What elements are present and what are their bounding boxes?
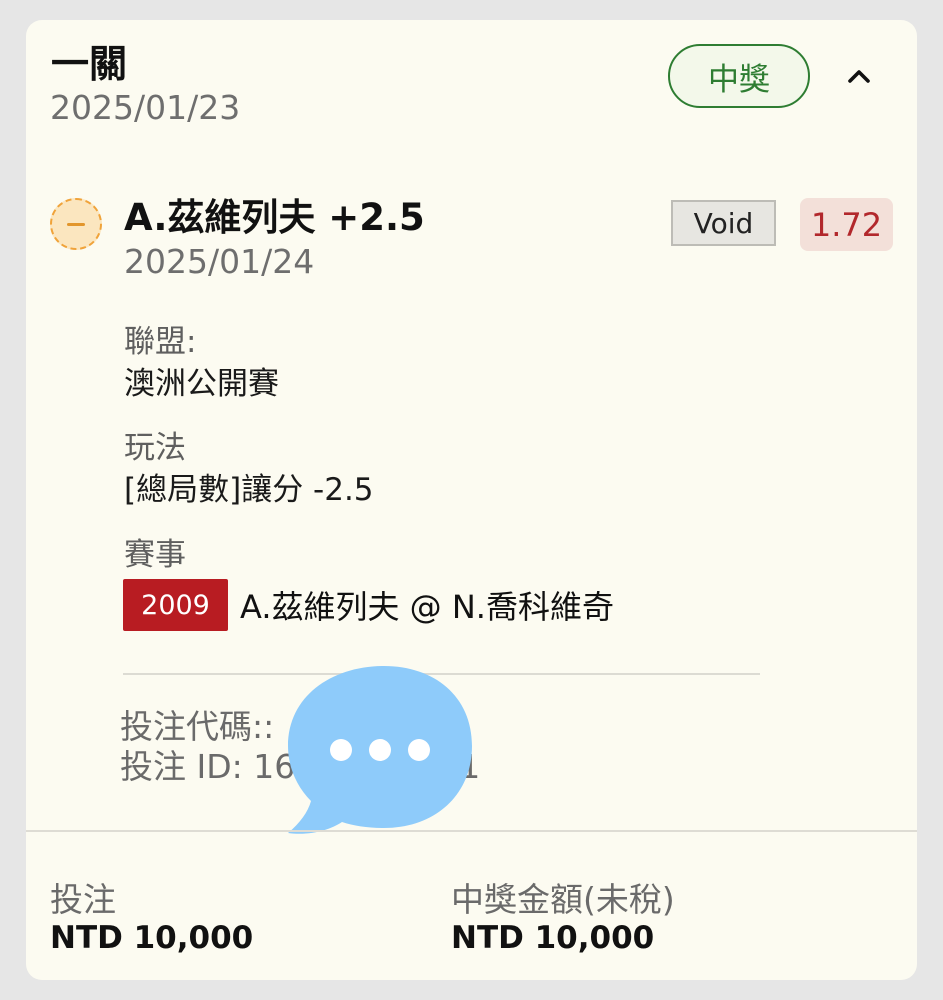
event-row: 2009 A.茲維列夫 @ N.喬科維奇 xyxy=(123,579,614,631)
void-badge: Void xyxy=(671,200,776,246)
footer-divider xyxy=(26,830,917,832)
event-name: A.茲維列夫 @ N.喬科維奇 xyxy=(240,588,614,626)
market-label: 玩法 xyxy=(124,430,186,466)
bet-date: 2025/01/23 xyxy=(50,88,241,127)
bet-id-label: 投注 ID: 16 xyxy=(120,747,296,786)
chevron-up-icon xyxy=(848,70,870,83)
selection-date: 2025/01/24 xyxy=(124,242,315,281)
collapse-button[interactable] xyxy=(841,58,877,94)
stake-label: 投注 xyxy=(50,880,116,919)
bet-code-label: 投注代碼:: xyxy=(120,707,275,746)
bet-card: 一關 2025/01/23 中獎 A.茲維列夫 +2.5 2025/01/24 … xyxy=(26,20,917,980)
payout-label: 中獎金額(未稅) xyxy=(451,880,675,919)
odds-badge: 1.72 xyxy=(800,198,893,251)
win-status-badge: 中獎 xyxy=(668,44,810,108)
selection-name: A.茲維列夫 +2.5 xyxy=(124,196,425,239)
league-value: 澳洲公開賽 xyxy=(124,366,279,402)
event-code-badge: 2009 xyxy=(123,579,228,631)
market-value: [總局數]讓分 -2.5 xyxy=(124,472,374,508)
chat-bubble-icon[interactable] xyxy=(284,660,476,840)
league-label: 聯盟: xyxy=(124,324,197,360)
minus-circle-icon xyxy=(50,198,102,250)
bet-type-title: 一關 xyxy=(51,42,128,86)
payout-value: NTD 10,000 xyxy=(451,920,655,956)
event-label: 賽事 xyxy=(124,537,186,573)
stake-value: NTD 10,000 xyxy=(50,920,254,956)
